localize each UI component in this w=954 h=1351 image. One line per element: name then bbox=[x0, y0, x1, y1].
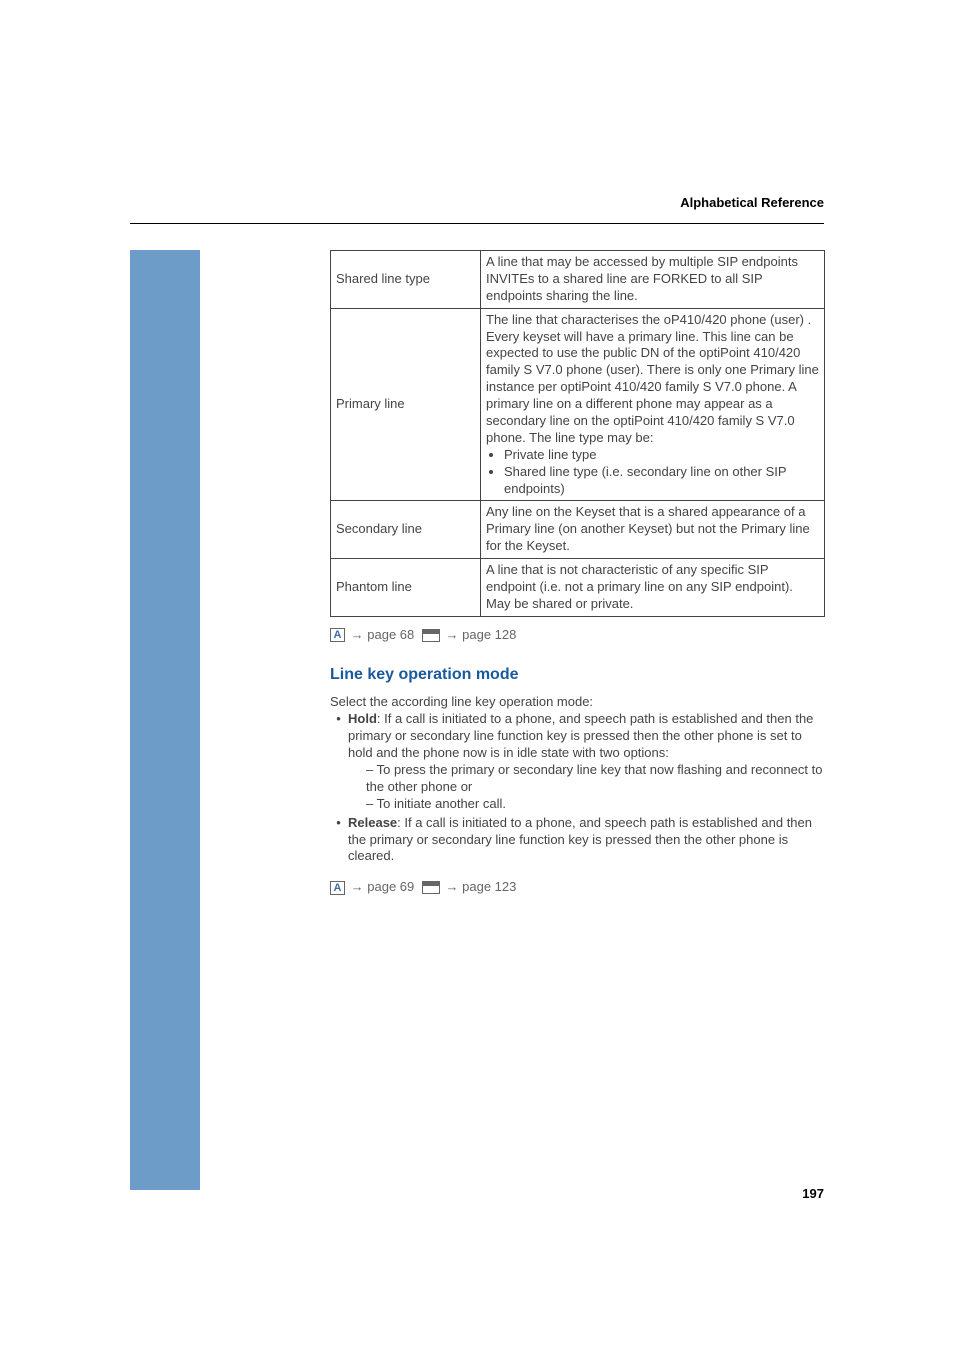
hold-label: Hold bbox=[348, 711, 377, 726]
list-item: Release: If a call is initiated to a pho… bbox=[348, 815, 825, 866]
body-text: Select the according line key operation … bbox=[330, 694, 825, 865]
arrow-icon: → bbox=[351, 879, 364, 894]
main-content: Shared line type A line that may be acce… bbox=[330, 250, 825, 895]
definition-table: Shared line type A line that may be acce… bbox=[330, 250, 825, 617]
definition-cell: The line that characterises the oP410/42… bbox=[481, 308, 825, 501]
table-row: Shared line type A line that may be acce… bbox=[331, 251, 825, 309]
reference-line-2: A → page 69 → page 123 bbox=[330, 879, 825, 895]
header-divider bbox=[130, 223, 824, 224]
section-heading: Line key operation mode bbox=[330, 666, 825, 684]
term-cell: Secondary line bbox=[331, 501, 481, 559]
release-label: Release bbox=[348, 815, 397, 830]
release-text: : If a call is initiated to a phone, and… bbox=[348, 815, 812, 864]
definition-cell: Any line on the Keyset that is a shared … bbox=[481, 501, 825, 559]
page-ref[interactable]: page 68 bbox=[367, 627, 414, 642]
reference-line-1: A → page 68 → page 128 bbox=[330, 627, 825, 643]
page-ref[interactable]: page 69 bbox=[367, 879, 414, 894]
a-icon: A bbox=[330, 881, 345, 895]
header-title: Alphabetical Reference bbox=[680, 195, 824, 210]
sidebar-bar bbox=[130, 250, 200, 1190]
arrow-icon: → bbox=[351, 627, 364, 642]
list-item: Hold: If a call is initiated to a phone,… bbox=[348, 711, 825, 812]
table-row: Secondary line Any line on the Keyset th… bbox=[331, 501, 825, 559]
arrow-icon: → bbox=[446, 627, 459, 642]
intro-text: Select the according line key operation … bbox=[330, 694, 825, 711]
page-number: 197 bbox=[802, 1186, 824, 1201]
table-row: Phantom line A line that is not characte… bbox=[331, 559, 825, 617]
sub-list-item: To initiate another call. bbox=[366, 796, 825, 813]
term-cell: Phantom line bbox=[331, 559, 481, 617]
arrow-icon: → bbox=[446, 879, 459, 894]
web-icon bbox=[422, 881, 440, 894]
web-icon bbox=[422, 629, 440, 642]
table-row: Primary line The line that characterises… bbox=[331, 308, 825, 501]
definition-cell: A line that may be accessed by multiple … bbox=[481, 251, 825, 309]
a-icon: A bbox=[330, 628, 345, 642]
sub-list-item: To press the primary or secondary line k… bbox=[366, 762, 825, 796]
page-ref[interactable]: page 123 bbox=[462, 879, 516, 894]
definition-cell: A line that is not characteristic of any… bbox=[481, 559, 825, 617]
hold-text: : If a call is initiated to a phone, and… bbox=[348, 711, 813, 760]
term-cell: Primary line bbox=[331, 308, 481, 501]
page-ref[interactable]: page 128 bbox=[462, 627, 516, 642]
term-cell: Shared line type bbox=[331, 251, 481, 309]
